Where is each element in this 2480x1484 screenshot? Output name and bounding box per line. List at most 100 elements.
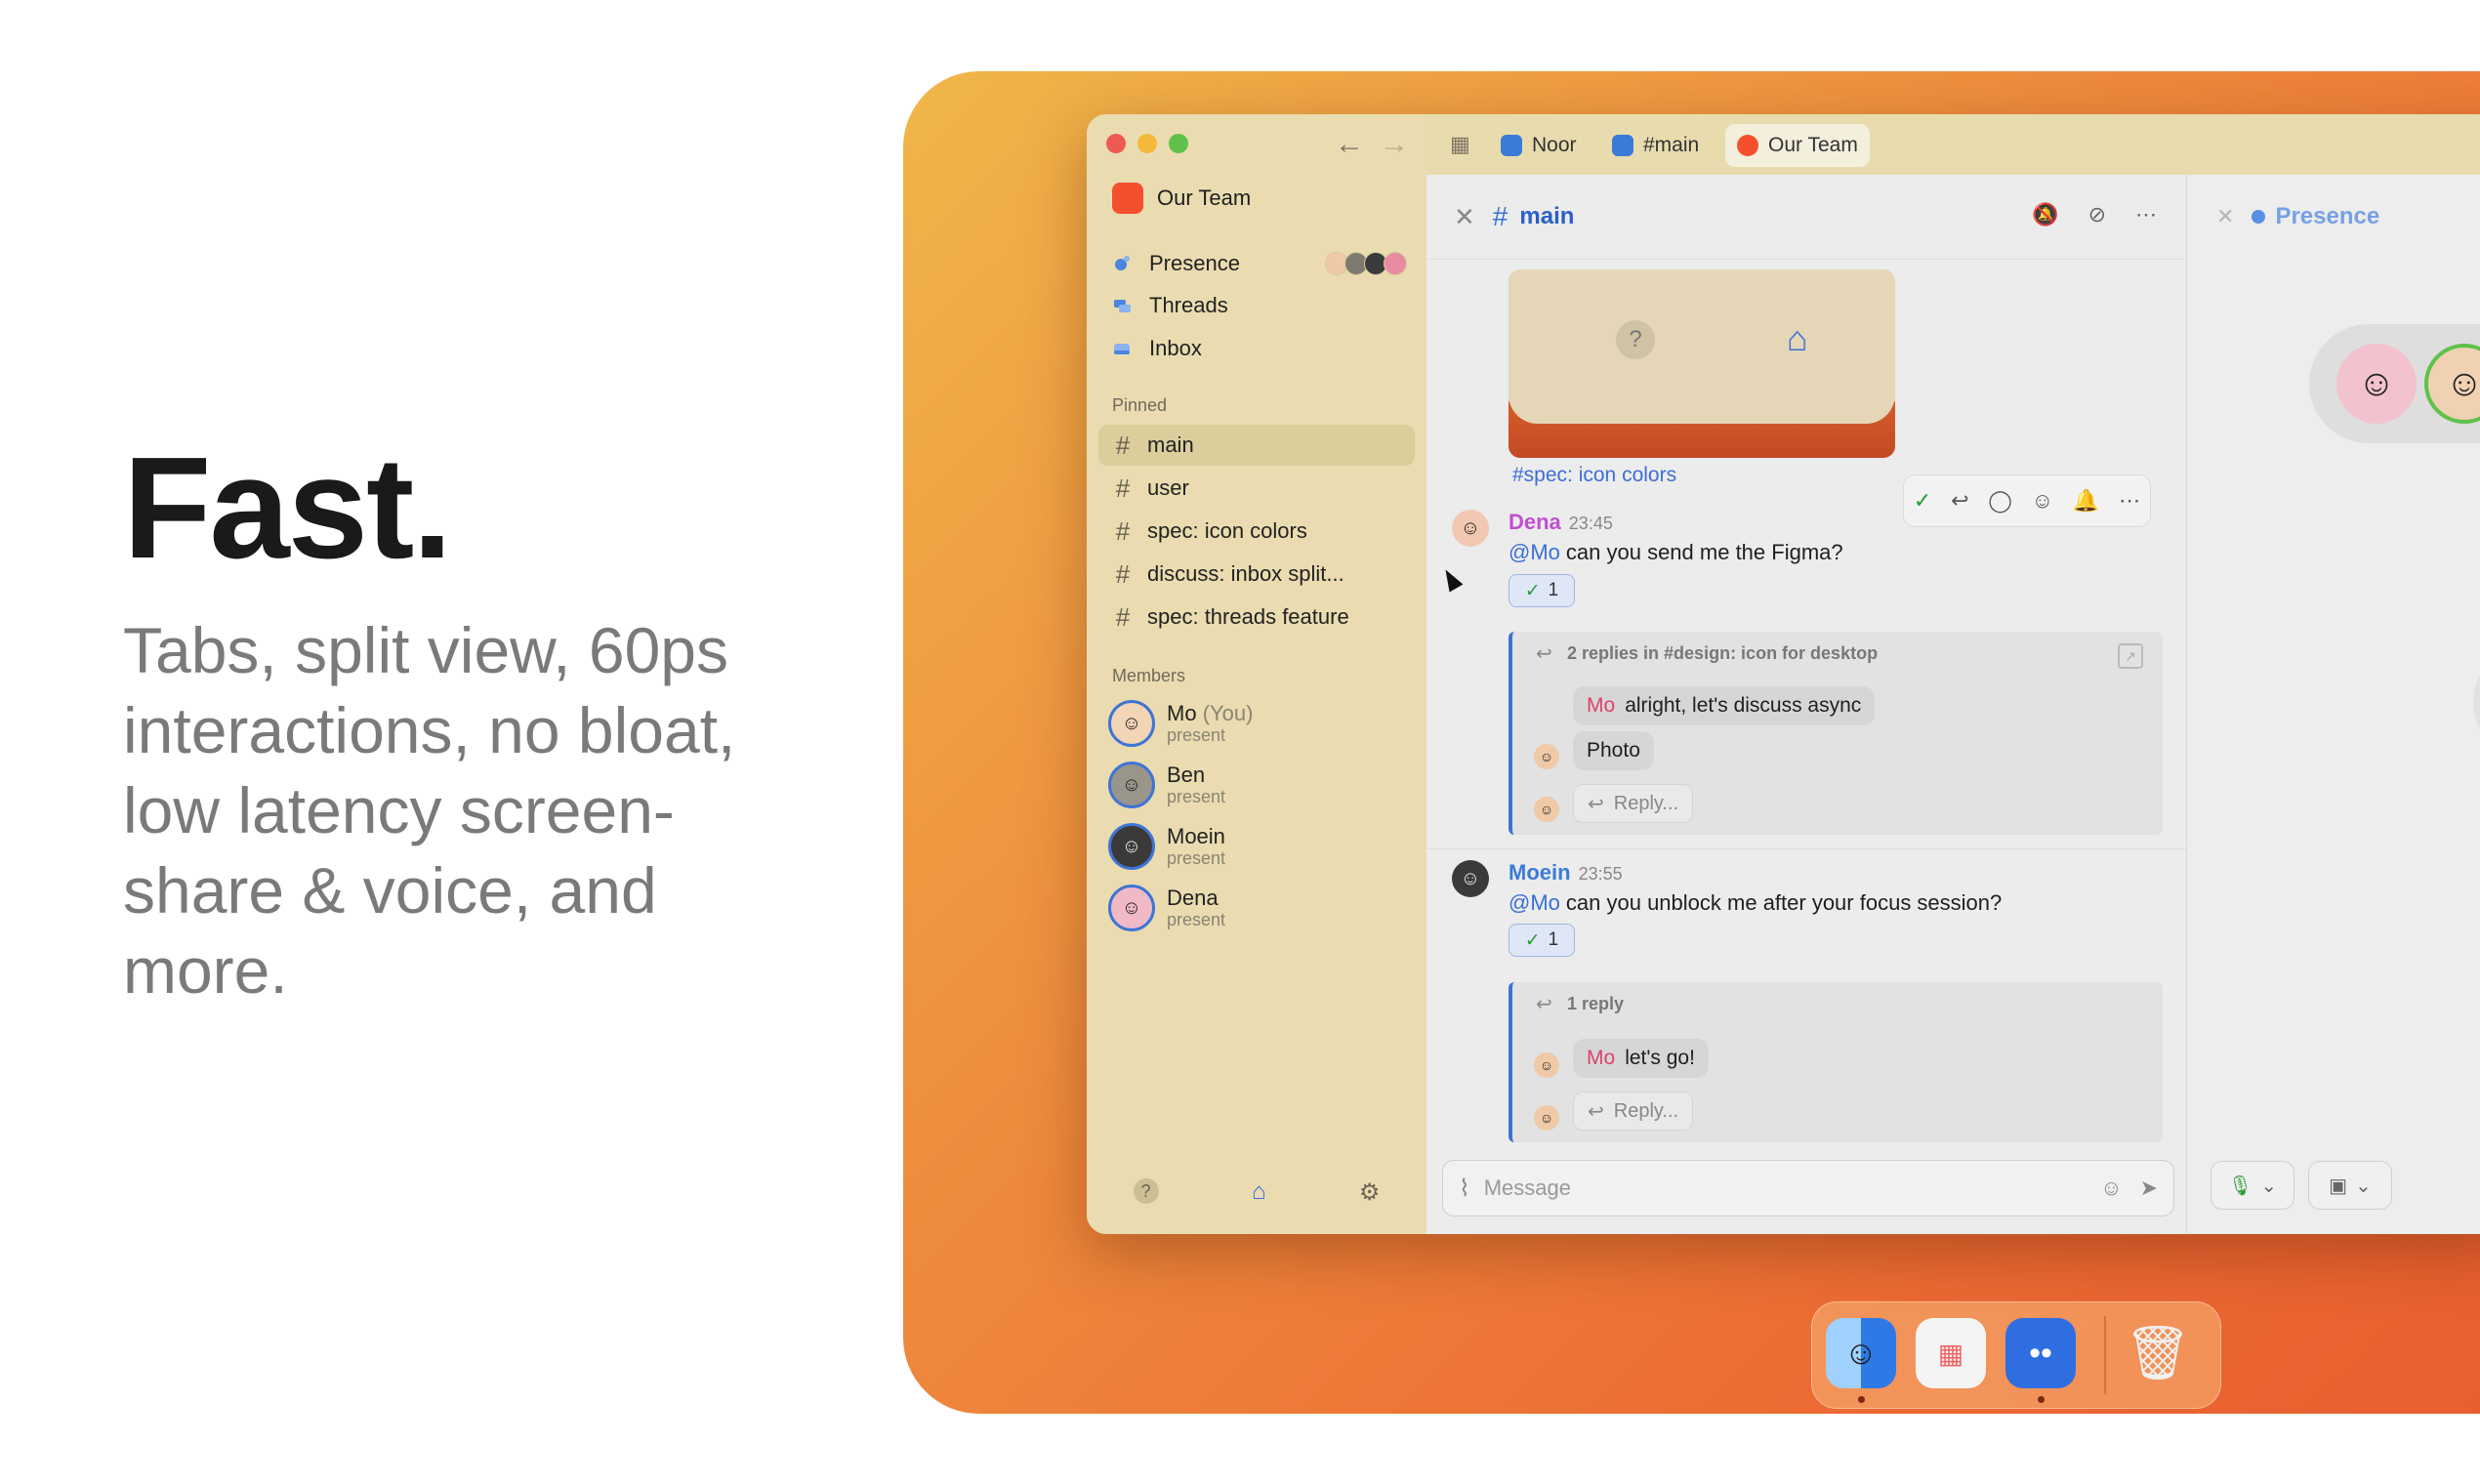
- reply-text: Photo: [1587, 739, 1640, 762]
- home-icon: ⌂: [1787, 318, 1808, 358]
- send-icon[interactable]: ➤: [2140, 1175, 2158, 1201]
- sidebar-item-threads[interactable]: Threads: [1112, 293, 1228, 318]
- hash-icon: #: [1115, 515, 1131, 546]
- channel-spec-icon-colors[interactable]: # spec: icon colors: [1098, 511, 1415, 552]
- trash-icon[interactable]: 🗑: [2123, 1318, 2193, 1388]
- reaction-badge[interactable]: ✓ 1: [1509, 574, 1575, 607]
- hash-icon: #: [1115, 558, 1131, 589]
- close-icon[interactable]: ✕: [1454, 202, 1475, 232]
- forward-arrow-icon[interactable]: →: [1380, 128, 1409, 161]
- channel-user[interactable]: # user: [1098, 468, 1415, 509]
- help-icon[interactable]: ?: [1133, 1178, 1159, 1204]
- avatar: ☺: [1452, 860, 1489, 897]
- screen-share-button[interactable]: ▣ ⌄: [2308, 1161, 2392, 1210]
- gear-icon[interactable]: ⚙: [1359, 1178, 1381, 1207]
- message-body: can you send me the Figma?: [1565, 540, 1843, 564]
- microphone-icon: 🎙: [2227, 1175, 2253, 1197]
- more-icon[interactable]: ⋯: [2119, 488, 2140, 514]
- reply-button[interactable]: ↩ Reply...: [1573, 784, 1694, 823]
- message-author: Dena 23:45: [1509, 510, 1613, 535]
- grid-icon[interactable]: ▦: [1450, 132, 1470, 157]
- hide-eye-icon[interactable]: ⊘: [2088, 202, 2106, 227]
- open-external-icon[interactable]: ↗: [2118, 643, 2143, 669]
- channel-label: main: [1147, 433, 1194, 457]
- avatar: ☺: [1108, 823, 1155, 870]
- reply-button[interactable]: ↩ Reply...: [1573, 1092, 1694, 1131]
- image-attachment[interactable]: ? ⌂: [1509, 269, 1895, 458]
- thread-preview[interactable]: ↩ 2 replies in #design: icon for desktop…: [1509, 632, 2163, 835]
- finder-icon[interactable]: ☺: [1826, 1318, 1896, 1388]
- paperclip-icon[interactable]: ⌇: [1459, 1175, 1470, 1203]
- channel-spec-threads-feature[interactable]: # spec: threads feature: [1098, 597, 1415, 638]
- back-arrow-icon[interactable]: ←: [1335, 128, 1364, 161]
- presence-room[interactable]: ☺ ☺: [2309, 324, 2480, 443]
- microphone-button[interactable]: 🎙 ⌄: [2211, 1161, 2294, 1210]
- attachment-link[interactable]: #spec: icon colors: [1512, 464, 1676, 487]
- avatar: ☺: [2336, 344, 2417, 424]
- side-panel-handle: [2473, 653, 2480, 751]
- message-body: can you unblock me after your focus sess…: [1565, 890, 2003, 915]
- member-mo[interactable]: ☺ Mo (You) present: [1108, 700, 1253, 747]
- avatar: ☺: [1108, 700, 1155, 747]
- members-label: Members: [1112, 666, 1186, 685]
- avatar: ☺: [1534, 1105, 1559, 1131]
- hash-icon: #: [1115, 473, 1131, 503]
- channel-discuss-inbox-split[interactable]: # discuss: inbox split...: [1098, 554, 1415, 595]
- avatar: ☺: [2424, 344, 2480, 424]
- thread-summary: 2 replies in #design: icon for desktop: [1567, 643, 1879, 663]
- member-moein[interactable]: ☺ Moein present: [1108, 823, 1225, 870]
- member-status: present: [1167, 787, 1226, 806]
- comment-icon[interactable]: ◯: [1988, 488, 2012, 514]
- sidebar-item-inbox[interactable]: Inbox: [1112, 336, 1202, 361]
- mute-bell-icon[interactable]: 🔕: [2032, 202, 2058, 227]
- emoji-icon[interactable]: ☺: [2100, 1175, 2122, 1201]
- tab-main[interactable]: #main: [1600, 124, 1711, 167]
- mention[interactable]: @Mo: [1509, 540, 1560, 564]
- app-window: ← → Our Team Presence Threads Inbox Pinn…: [1087, 114, 2480, 1234]
- tab-our-team[interactable]: Our Team: [1725, 124, 1870, 167]
- thread-summary: 1 reply: [1567, 994, 1625, 1013]
- zoom-window-button[interactable]: [1169, 134, 1188, 153]
- chat-app-icon[interactable]: ••: [2005, 1318, 2076, 1388]
- member-ben[interactable]: ☺ Ben present: [1108, 762, 1225, 808]
- author-name[interactable]: Moein: [1509, 860, 1571, 885]
- message-composer[interactable]: ⌇ Message ☺ ➤: [1442, 1160, 2174, 1216]
- thread-reply: Mo let's go!: [1573, 1039, 1709, 1078]
- member-name: Dena: [1167, 886, 1219, 910]
- reaction-count: 1: [1548, 929, 1559, 950]
- reply-author: Mo: [1587, 694, 1616, 717]
- message-time: 23:55: [1578, 864, 1623, 884]
- presence-avatars: [1325, 252, 1407, 275]
- emoji-icon[interactable]: ☺: [2032, 488, 2053, 514]
- launchpad-icon[interactable]: ▦: [1916, 1318, 1986, 1388]
- reaction-badge[interactable]: ✓ 1: [1509, 924, 1575, 957]
- member-dena[interactable]: ☺ Dena present: [1108, 885, 1225, 931]
- sidebar-item-presence[interactable]: Presence: [1112, 251, 1240, 276]
- thread-reply: Mo alright, let's discuss async: [1573, 686, 1876, 725]
- mention[interactable]: @Mo: [1509, 890, 1560, 915]
- reply-placeholder: Reply...: [1613, 1099, 1679, 1122]
- reaction-count: 1: [1548, 580, 1559, 600]
- bell-icon[interactable]: 🔔: [2073, 488, 2099, 514]
- reply-icon: ↩: [1588, 793, 1604, 815]
- minimize-window-button[interactable]: [1137, 134, 1157, 153]
- threads-icon: [1112, 296, 1132, 315]
- team-switcher[interactable]: Our Team: [1112, 183, 1251, 214]
- tab-noor[interactable]: Noor: [1489, 124, 1589, 167]
- check-icon[interactable]: ✓: [1914, 488, 1931, 514]
- help-icon: ?: [1616, 320, 1655, 359]
- more-icon[interactable]: ⋯: [2135, 202, 2157, 227]
- channel-main[interactable]: # main: [1098, 425, 1415, 466]
- avatar: ☺: [1534, 744, 1559, 769]
- avatar: ☺: [1534, 797, 1559, 822]
- thread-preview[interactable]: ↩ 1 reply ☺ Mo let's go! ☺ ↩ Reply...: [1509, 982, 2163, 1142]
- home-icon[interactable]: ⌂: [1252, 1178, 1266, 1207]
- reply-author: Mo: [1587, 1047, 1616, 1069]
- close-icon[interactable]: ✕: [2216, 204, 2234, 229]
- member-name: Moein: [1167, 824, 1225, 848]
- close-window-button[interactable]: [1106, 134, 1126, 153]
- author-name[interactable]: Dena: [1509, 510, 1561, 534]
- reply-icon[interactable]: ↩: [1951, 488, 1968, 514]
- member-status: present: [1167, 910, 1226, 929]
- channel-label: discuss: inbox split...: [1147, 561, 1344, 586]
